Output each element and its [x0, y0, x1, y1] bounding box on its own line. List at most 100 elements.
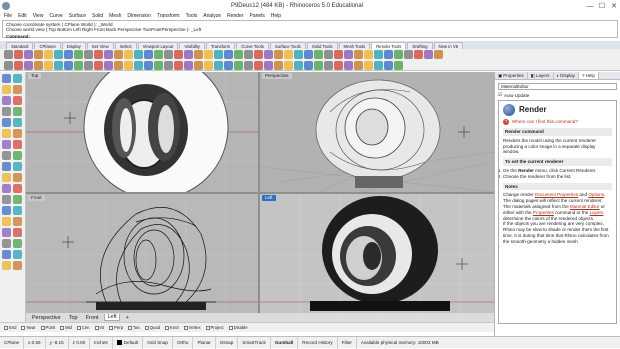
toolbar-tool-icon[interactable]: [244, 60, 253, 70]
tab-display[interactable]: Display: [61, 42, 86, 49]
status-cplane[interactable]: CPlane: [0, 336, 25, 349]
toolbar-tool-icon[interactable]: [264, 50, 273, 59]
toolbar-tool-icon[interactable]: [134, 60, 143, 70]
arc-icon[interactable]: [13, 96, 22, 105]
sphere-icon[interactable]: [13, 162, 22, 171]
toolbar-tool-icon[interactable]: [204, 60, 213, 70]
osnap-disable[interactable]: Disable: [228, 325, 248, 330]
toolbar-tool-icon[interactable]: [144, 50, 153, 59]
tab-help[interactable]: ? Help: [579, 72, 599, 79]
status-planar[interactable]: Planar: [193, 336, 216, 349]
osnap-int[interactable]: Int: [94, 325, 104, 330]
toolbar-tool-icon[interactable]: [214, 60, 223, 70]
toolbar-tool-icon[interactable]: [154, 60, 163, 70]
osnap-project[interactable]: Project: [205, 325, 224, 330]
menu-view[interactable]: View: [33, 13, 44, 19]
toolbar-tool-icon[interactable]: [94, 50, 103, 59]
toolbar-tool-icon[interactable]: [354, 60, 363, 70]
toolbar-tool-icon[interactable]: [274, 60, 283, 70]
toolbar-tool-icon[interactable]: [224, 60, 233, 70]
toolbar-tool-icon[interactable]: [164, 60, 173, 70]
toolbar-tool-icon[interactable]: [14, 50, 23, 59]
toolbar-tool-icon[interactable]: [174, 60, 183, 70]
menu-mesh[interactable]: Mesh: [109, 13, 121, 19]
arrow-icon[interactable]: [2, 74, 11, 83]
toolbar-tool-icon[interactable]: [224, 50, 233, 59]
status-record-history[interactable]: Record History: [298, 336, 338, 349]
scale-icon[interactable]: [2, 206, 11, 215]
menu-render[interactable]: Render: [227, 13, 243, 19]
join-icon[interactable]: [13, 228, 22, 237]
status-filter[interactable]: Filter: [338, 336, 357, 349]
split-icon[interactable]: [2, 228, 11, 237]
toolbar-tool-icon[interactable]: [114, 60, 123, 70]
surface-icon[interactable]: [2, 140, 11, 149]
toolbar-tool-icon[interactable]: [44, 50, 53, 59]
toolbar-tool-icon[interactable]: [414, 50, 423, 59]
toolbar-tool-icon[interactable]: [194, 50, 203, 59]
menu-file[interactable]: File: [4, 13, 12, 19]
box-icon[interactable]: [2, 162, 11, 171]
status-gumball[interactable]: Gumball: [271, 336, 299, 349]
toolbar-tool-icon[interactable]: [304, 50, 313, 59]
tab-viewport-layout[interactable]: Viewport Layout: [137, 42, 179, 49]
tab-visibility[interactable]: Visibility: [179, 42, 205, 49]
toolbar-tool-icon[interactable]: [384, 60, 393, 70]
viewport-top[interactable]: Top: [26, 72, 258, 192]
toolbar-tool-icon[interactable]: [124, 60, 133, 70]
polyline-icon[interactable]: [2, 85, 11, 94]
toolbar-tool-icon[interactable]: [254, 50, 263, 59]
document-properties-link[interactable]: Document Properties: [535, 192, 578, 197]
toolbar-tool-icon[interactable]: [354, 50, 363, 59]
explode-icon[interactable]: [2, 239, 11, 248]
help-topic-field[interactable]: MaterialEditor: [498, 83, 617, 90]
circle-icon[interactable]: [2, 96, 11, 105]
toolbar-tool-icon[interactable]: [374, 60, 383, 70]
copy-icon[interactable]: [2, 195, 11, 204]
status-grid-snap[interactable]: Grid Snap: [143, 336, 173, 349]
toolbar-tool-icon[interactable]: [94, 60, 103, 70]
toolbar-tool-icon[interactable]: [114, 50, 123, 59]
osnap-end[interactable]: End: [4, 325, 16, 330]
toolbar-tool-icon[interactable]: [424, 50, 433, 59]
toolbar-tool-icon[interactable]: [154, 50, 163, 59]
tab-set-view[interactable]: Set View: [86, 42, 114, 49]
rotate-icon[interactable]: [13, 195, 22, 204]
point-icon[interactable]: [13, 74, 22, 83]
menu-analyze[interactable]: Analyze: [203, 13, 221, 19]
polygon-icon[interactable]: [2, 118, 11, 127]
toolbar-tool-icon[interactable]: [14, 60, 23, 70]
tab-solid-tools[interactable]: Solid Tools: [306, 42, 338, 49]
toolbar-tool-icon[interactable]: [254, 60, 263, 70]
toolbar-tool-icon[interactable]: [344, 60, 353, 70]
toolbar-tool-icon[interactable]: [164, 50, 173, 59]
toolbar-tool-icon[interactable]: [74, 60, 83, 70]
mirror-icon[interactable]: [13, 206, 22, 215]
osnap-vertex[interactable]: Vertex: [183, 325, 201, 330]
toolbar-tool-icon[interactable]: [204, 50, 213, 59]
osnap-perp[interactable]: Perp: [109, 325, 123, 330]
move-icon[interactable]: [13, 184, 22, 193]
toolbar-tool-icon[interactable]: [324, 50, 333, 59]
osnap-quad[interactable]: Quad: [144, 325, 160, 330]
osnap-mid[interactable]: Mid: [60, 325, 72, 330]
viewport-tab-left[interactable]: Left: [104, 314, 120, 321]
material-editor-link[interactable]: Material Editor: [570, 204, 600, 209]
tab-properties[interactable]: ▣ Properties: [495, 72, 528, 79]
options-link[interactable]: Options: [588, 192, 604, 197]
toolbar-tool-icon[interactable]: [384, 50, 393, 59]
curve-icon[interactable]: [13, 85, 22, 94]
tab-curve-tools[interactable]: Curve Tools: [236, 42, 269, 49]
tab-layers[interactable]: ◧ Layers: [528, 72, 554, 79]
toolbar-tool-icon[interactable]: [394, 60, 403, 70]
menu-curve[interactable]: Curve: [49, 13, 62, 19]
toolbar-tool-icon[interactable]: [244, 50, 253, 59]
revolve-icon[interactable]: [13, 151, 22, 160]
fillet-icon[interactable]: [2, 129, 11, 138]
hatch-icon[interactable]: [13, 250, 22, 259]
toolbar-tool-icon[interactable]: [234, 60, 243, 70]
toolbar-tool-icon[interactable]: [194, 60, 203, 70]
toolbar-tool-icon[interactable]: [274, 50, 283, 59]
menu-edit[interactable]: Edit: [18, 13, 27, 19]
toolbar-tool-icon[interactable]: [24, 60, 33, 70]
